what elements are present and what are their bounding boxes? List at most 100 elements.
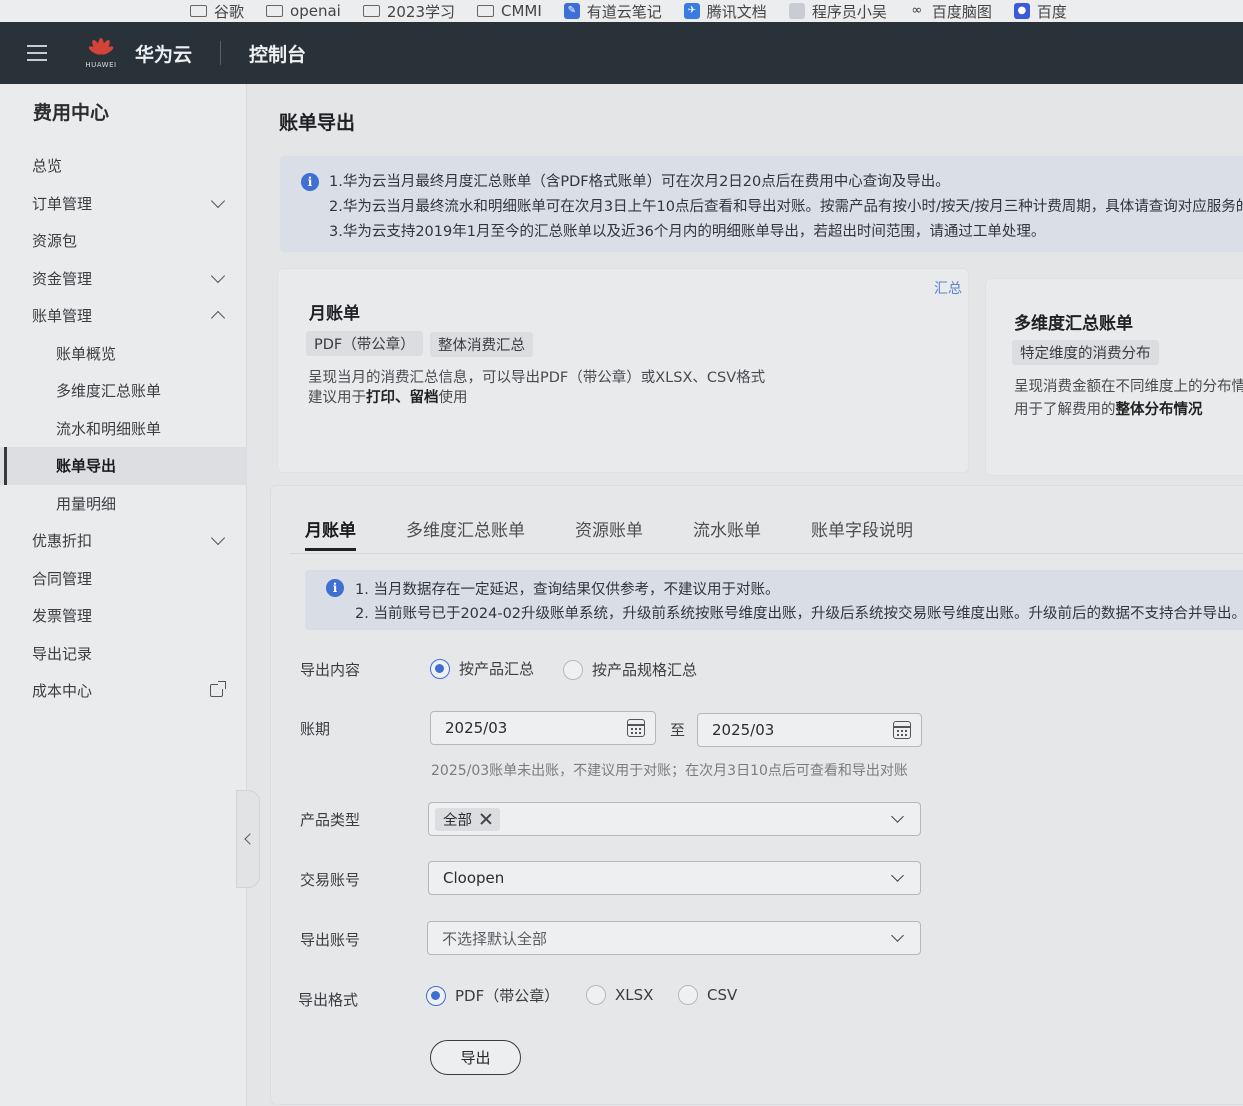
sidebar-item-contracts[interactable]: 合同管理: [0, 560, 247, 598]
sidebar-collapse-button[interactable]: [236, 790, 260, 888]
sidebar-item-multi-dim-bill[interactable]: 多维度汇总账单: [0, 372, 247, 410]
sidebar-item-cost-center[interactable]: 成本中心: [0, 672, 247, 710]
sidebar-item-detail-bill[interactable]: 流水和明细账单: [0, 410, 247, 448]
notice-line: 2. 当前账号已于2024-02升级账单系统，升级前系统按账号维度出账，升级后系…: [355, 606, 1243, 622]
info-icon: i: [301, 173, 319, 191]
tab-field-description[interactable]: 账单字段说明: [811, 516, 913, 551]
tag-overall: 整体消费汇总: [430, 332, 533, 357]
baidu-paw-icon: ●: [1013, 3, 1030, 19]
tab-resource-bill[interactable]: 资源账单: [575, 516, 643, 551]
product-type-select[interactable]: 全部: [428, 802, 921, 836]
huawei-flower-icon: [88, 37, 114, 55]
notice-line: 3.华为云支持2019年1月至今的汇总账单以及近36个月内的明细账单导出，若超出…: [329, 224, 1046, 240]
sidebar-item-overview[interactable]: 总览: [0, 147, 247, 185]
baidu-mindmap-icon: ∞: [911, 3, 923, 18]
bill-tabs: 月账单 多维度汇总账单 资源账单 流水账单 账单字段说明: [305, 516, 963, 551]
notice-line: 1.华为云当月最终月度汇总账单（含PDF格式账单）可在次月2日20点后在费用中心…: [329, 174, 950, 190]
radio-by-product-spec[interactable]: 按产品规格汇总: [563, 659, 697, 680]
radio-format-pdf[interactable]: PDF（带公章）: [426, 985, 559, 1006]
bookmark-baidu[interactable]: ● 百度: [1013, 1, 1067, 22]
chevron-left-icon: [244, 833, 256, 845]
sidebar-item-bills[interactable]: 账单管理: [0, 297, 247, 335]
radio-format-xlsx[interactable]: XLSX: [586, 985, 653, 1005]
period-separator: 至: [670, 721, 686, 739]
bookmark-tencent-docs[interactable]: ✈ 腾讯文档: [683, 1, 767, 22]
sidebar-item-invoices[interactable]: 发票管理: [0, 597, 247, 635]
folder-icon: [477, 5, 494, 17]
sidebar-item-bill-overview[interactable]: 账单概览: [0, 335, 247, 373]
tag-pdf: PDF（带公章）: [306, 331, 423, 356]
radio-format-csv[interactable]: CSV: [678, 985, 737, 1005]
bookmark-openai[interactable]: openai: [266, 2, 341, 20]
bookmark-page-icon: [788, 3, 805, 19]
folder-icon: [362, 5, 380, 17]
card-title: 月账单: [309, 304, 360, 324]
bookmark-baidu-mindmap[interactable]: ∞ 百度脑图: [909, 1, 991, 22]
sidebar-item-resource-packages[interactable]: 资源包: [0, 222, 247, 260]
card-title: 多维度汇总账单: [1014, 314, 1133, 334]
card-description: 呈现消费金额在不同维度上的分布情: [1014, 379, 1243, 395]
tab-flow-bill[interactable]: 流水账单: [693, 516, 761, 551]
huawei-logo[interactable]: HUAWEI: [83, 37, 119, 69]
menu-icon[interactable]: [27, 45, 47, 61]
sidebar-item-discounts[interactable]: 优惠折扣: [0, 522, 247, 560]
sidebar-item-orders[interactable]: 订单管理: [0, 185, 247, 223]
sidebar-item-usage[interactable]: 用量明细: [0, 485, 247, 523]
folder-icon: [266, 5, 284, 17]
radio-unchecked-icon: [586, 985, 606, 1005]
summary-badge: 汇总: [934, 281, 962, 297]
close-icon[interactable]: [480, 813, 492, 825]
page-title: 账单导出: [279, 112, 356, 134]
period-hint: 2025/03账单未出账，不建议用于对账；在次月3日10点后可查看和导出对账: [431, 763, 908, 779]
export-account-select[interactable]: 不选择默认全部: [427, 921, 921, 955]
period-label: 账期: [300, 720, 331, 738]
header-divider: [220, 41, 222, 65]
radio-unchecked-icon: [563, 659, 583, 680]
calendar-icon[interactable]: [893, 721, 911, 739]
bookmark-cmmi[interactable]: CMMI: [477, 2, 542, 20]
folder-icon: [190, 5, 207, 17]
monthly-bill-card[interactable]: 汇总 月账单 PDF（带公章） 整体消费汇总 呈现当月的消费汇总信息，可以导出P…: [277, 268, 969, 473]
tencent-docs-icon: ✈: [683, 3, 700, 19]
external-link-icon: [210, 681, 226, 698]
export-account-label: 导出账号: [300, 931, 361, 949]
console-link[interactable]: 控制台: [249, 40, 306, 67]
chevron-down-icon: [210, 193, 226, 208]
chevron-down-icon: [891, 869, 904, 882]
radio-checked-icon: [426, 985, 446, 1006]
bookmarks-bar: 谷歌 openai 2023学习 CMMI ✎ 有道云笔记 ✈ 腾讯文档 程序员小吴…: [0, 0, 1243, 22]
bookmark-youdao[interactable]: ✎ 有道云笔记: [563, 1, 662, 22]
youdao-note-icon: ✎: [563, 3, 580, 19]
radio-by-product[interactable]: 按产品汇总: [430, 658, 534, 679]
radio-checked-icon: [430, 658, 450, 679]
chevron-down-icon: [210, 268, 226, 283]
tab-multi-dim-bill[interactable]: 多维度汇总账单: [406, 516, 525, 551]
notice-banner: i 1.华为云当月最终月度汇总账单（含PDF格式账单）可在次月2日20点后在费用…: [280, 156, 1243, 252]
sidebar: 费用中心 总览 订单管理 资源包 资金管理 账单管理 账单概览 多维度汇总账单 …: [0, 84, 247, 1106]
tab-notice: i 1. 当月数据存在一定延迟，查询结果仅供参考，不建议用于对账。 2. 当前账…: [305, 570, 1243, 630]
bookmark-programmer-wu[interactable]: 程序员小吴: [788, 1, 887, 22]
sidebar-nav: 总览 订单管理 资源包 资金管理 账单管理 账单概览 多维度汇总账单 流水和明细…: [0, 147, 247, 710]
sidebar-item-bill-export[interactable]: 账单导出: [0, 447, 247, 485]
calendar-icon[interactable]: [627, 719, 645, 737]
chevron-up-icon: [210, 311, 226, 326]
period-start-input[interactable]: 2025/03: [430, 711, 656, 745]
sidebar-title: 费用中心: [33, 102, 110, 124]
export-button[interactable]: 导出: [430, 1040, 521, 1075]
trade-account-label: 交易账号: [300, 871, 361, 889]
bookmark-2023[interactable]: 2023学习: [362, 1, 455, 22]
period-end-input[interactable]: 2025/03: [697, 713, 922, 747]
multi-dim-bill-card[interactable]: 多维度汇总账单 特定维度的消费分布 呈现消费金额在不同维度上的分布情 用于了解费…: [985, 278, 1243, 476]
bookmark-google[interactable]: 谷歌: [190, 1, 244, 22]
sidebar-item-export-records[interactable]: 导出记录: [0, 635, 247, 673]
tab-monthly-bill[interactable]: 月账单: [305, 516, 356, 551]
export-content-label: 导出内容: [300, 661, 361, 679]
tag-dimension: 特定维度的消费分布: [1012, 340, 1159, 365]
card-description: 用于了解费用的整体分布情况: [1014, 402, 1203, 418]
notice-line: 2.华为云当月最终流水和明细账单可在次月3日上午10点后查看和导出对账。按需产品…: [329, 199, 1243, 215]
sidebar-item-funds[interactable]: 资金管理: [0, 260, 247, 298]
trade-account-select[interactable]: Cloopen: [428, 861, 921, 895]
card-description: 建议用于打印、留档使用: [308, 390, 468, 406]
export-format-label: 导出格式: [298, 991, 359, 1009]
brand-name[interactable]: 华为云: [135, 40, 192, 67]
